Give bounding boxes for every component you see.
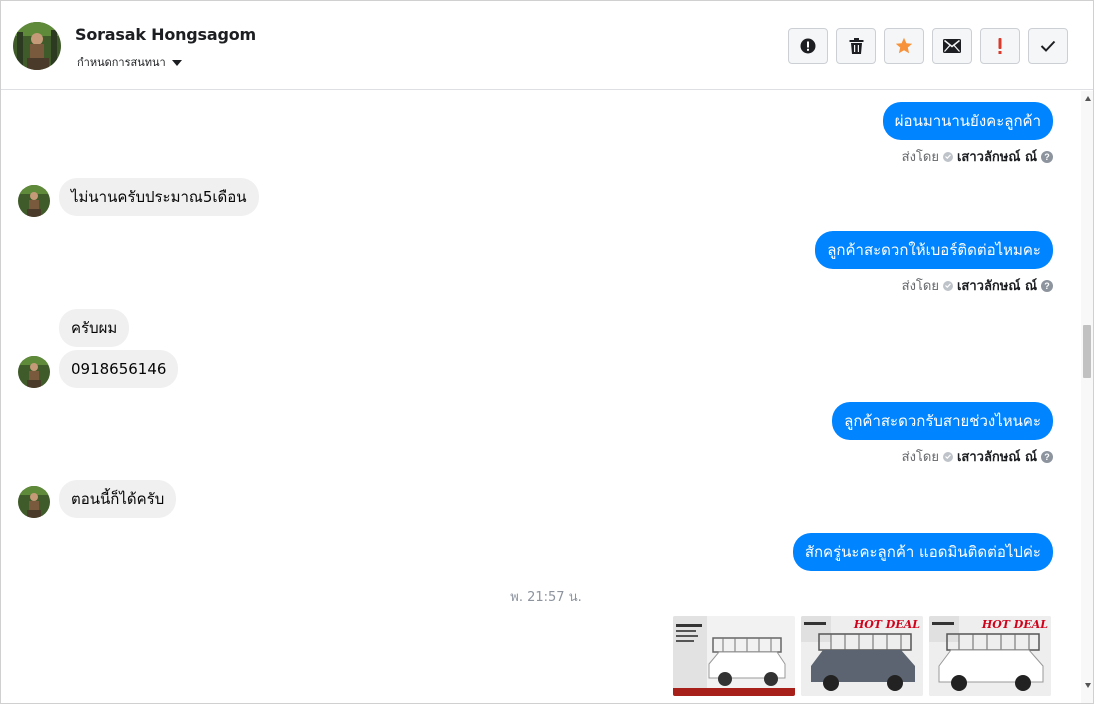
contact-avatar[interactable] (13, 22, 61, 70)
sent-by-label: ส่งโดย (901, 279, 939, 294)
incoming-message: ไม่นานครับประมาณ5เดือน (59, 178, 259, 216)
sent-by-info: ส่งโดย เสาวลักษณ์ ณ์ ? (902, 446, 1053, 467)
sent-by-agent[interactable]: เสาวลักษณ์ ณ์ (957, 446, 1037, 467)
follow-up-button[interactable] (980, 28, 1020, 64)
star-button[interactable] (884, 28, 924, 64)
conversation-header: Sorasak Hongsagom กำหนดการสนทนา (1, 1, 1093, 90)
help-icon[interactable]: ? (1041, 279, 1053, 292)
assign-conversation-label: กำหนดการสนทนา (77, 56, 166, 69)
contact-avatar-small (18, 356, 50, 388)
scrollbar-track[interactable] (1081, 91, 1093, 703)
contact-name: Sorasak Hongsagom (75, 25, 256, 44)
assign-conversation-dropdown[interactable]: กำหนดการสนทนา (77, 53, 182, 71)
incoming-message: ตอนนี้ก็ได้ครับ (59, 480, 177, 518)
verified-icon (942, 451, 953, 462)
outgoing-message: ผ่อนมานานยังคะลูกค้า (882, 102, 1053, 140)
mark-unread-button[interactable] (932, 28, 972, 64)
envelope-icon (943, 39, 961, 53)
conversation-actions (788, 28, 1068, 64)
incoming-message: ครับผม (59, 309, 130, 347)
hot-deal-badge: HOT DEAL (981, 618, 1048, 631)
outgoing-message: สักครู่นะคะลูกค้า แอดมินติดต่อไปค่ะ (792, 533, 1053, 571)
chevron-down-icon (171, 59, 182, 66)
hot-deal-badge: HOT DEAL (853, 618, 920, 631)
help-icon[interactable]: ? (1041, 450, 1053, 463)
sent-by-label: ส่งโดย (901, 150, 939, 165)
sent-by-info: ส่งโดย เสาวลักษณ์ ณ์ ? (902, 275, 1053, 296)
mark-done-button[interactable] (1028, 28, 1068, 64)
star-icon (895, 37, 913, 54)
contact-avatar-small (18, 486, 50, 518)
trash-icon (849, 38, 863, 54)
sent-by-label: ส่งโดย (901, 450, 939, 465)
exclamation-icon (998, 38, 1002, 54)
verified-icon (942, 280, 953, 291)
outgoing-message: ลูกค้าสะดวกให้เบอร์ติดต่อไหมคะ (815, 231, 1053, 269)
image-attachment[interactable]: HOT DEAL (801, 616, 923, 696)
outgoing-message: ลูกค้าสะดวกรับสายช่วงไหนคะ (832, 402, 1053, 440)
image-attachment[interactable]: HOT DEAL (929, 616, 1051, 696)
scroll-down-arrow-icon[interactable] (1085, 683, 1091, 688)
sent-by-agent[interactable]: เสาวลักษณ์ ณ์ (957, 275, 1037, 296)
check-icon (1040, 40, 1056, 52)
image-attachment[interactable] (673, 616, 795, 696)
verified-icon (942, 151, 953, 162)
scrollbar-thumb[interactable] (1083, 325, 1091, 378)
sent-by-agent[interactable]: เสาวลักษณ์ ณ์ (957, 146, 1037, 167)
incoming-message: 0918656146 (59, 350, 179, 388)
report-spam-button[interactable] (788, 28, 828, 64)
scroll-up-arrow-icon[interactable] (1085, 96, 1091, 101)
delete-button[interactable] (836, 28, 876, 64)
alert-circle-icon (800, 38, 816, 54)
sent-by-info: ส่งโดย เสาวลักษณ์ ณ์ ? (902, 146, 1053, 167)
contact-avatar-small (18, 185, 50, 217)
help-icon[interactable]: ? (1041, 150, 1053, 163)
message-timestamp: พ. 21:57 น. (510, 590, 582, 605)
